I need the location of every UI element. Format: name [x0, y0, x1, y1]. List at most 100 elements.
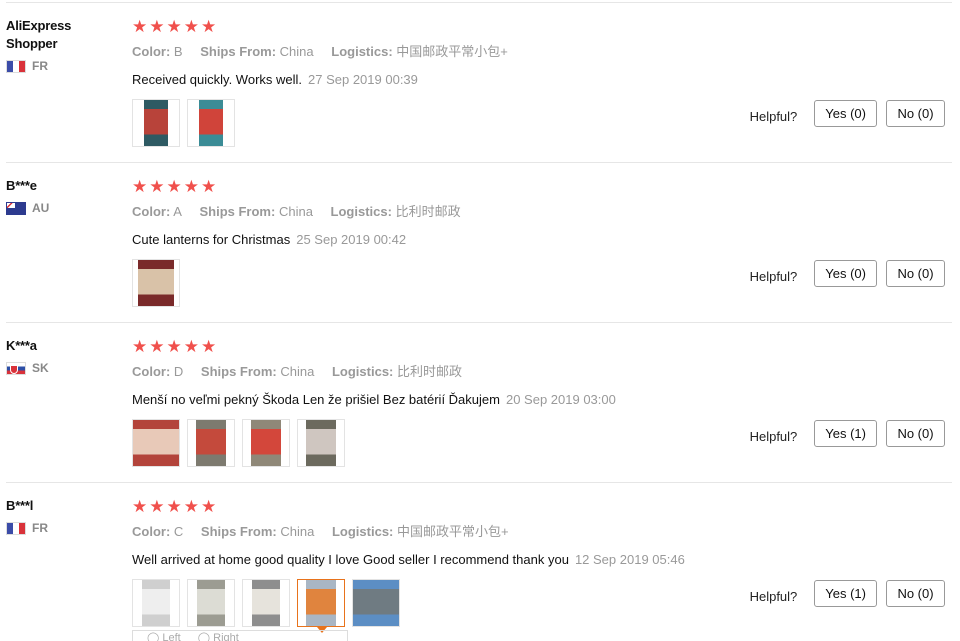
helpful-yes-button[interactable]: Yes (0): [814, 260, 877, 287]
review-text-row: Well arrived at home good quality I love…: [132, 551, 832, 569]
review-item: AliExpress Shopper FR ★★★★★ Color: B Shi…: [0, 3, 960, 163]
helpful-no-button[interactable]: No (0): [886, 420, 945, 447]
review-photo-thumbnail[interactable]: [132, 99, 180, 147]
photo-image: [252, 580, 280, 626]
helpful-no-button[interactable]: No (0): [886, 260, 945, 287]
ships-from-label: Ships From:: [199, 204, 276, 219]
review-photos: [132, 259, 832, 307]
logistics-label: Logistics:: [331, 364, 394, 379]
photo-image: [138, 260, 174, 306]
color-value: C: [173, 524, 184, 539]
review-photo-thumbnail[interactable]: [132, 259, 180, 307]
helpful-label: Helpful?: [749, 589, 798, 604]
ships-from-value: China: [279, 44, 314, 59]
review-text: Cute lanterns for Christmas: [132, 232, 291, 247]
ships-from-label: Ships From:: [200, 44, 277, 59]
helpful-voting: Helpful? Yes (0) No (0): [750, 100, 945, 127]
country-code: FR: [32, 59, 48, 73]
review-photos: [132, 579, 832, 633]
helpful-yes-button[interactable]: Yes (0): [814, 100, 877, 127]
photo-image: [306, 580, 336, 626]
ships-from-value: China: [280, 364, 315, 379]
review-text-row: Received quickly. Works well. 27 Sep 2019…: [132, 71, 832, 89]
review-date: 12 Sep 2019 05:46: [574, 552, 685, 567]
photo-image: [353, 580, 399, 626]
logistics-value: 比利时邮政: [395, 204, 461, 219]
photo-image: [142, 580, 170, 626]
review-photo-thumbnail-selected[interactable]: [297, 579, 345, 633]
helpful-voting: Helpful? Yes (1) No (0): [750, 420, 945, 447]
review-item: B***l FR ★★★★★ Color: C Ships From: Chin…: [0, 483, 960, 638]
photo-image: [196, 420, 226, 466]
review-item: K***a SK ★★★★★ Color: D Ships From: Chin…: [0, 323, 960, 483]
color-value: A: [173, 204, 182, 219]
review-photos: [132, 419, 832, 467]
australia-flag-icon: [6, 201, 26, 215]
review-date: 27 Sep 2019 00:39: [308, 72, 418, 87]
helpful-no-button[interactable]: No (0): [886, 100, 945, 127]
reviewer-country: AU: [6, 201, 106, 215]
photo-image: [251, 420, 281, 466]
ships-from-label: Ships From:: [200, 364, 277, 379]
france-flag-icon: [6, 521, 26, 535]
review-date: 20 Sep 2019 03:00: [505, 392, 616, 407]
color-label: Color:: [132, 44, 171, 59]
ships-from-value: China: [280, 524, 315, 539]
review-photo-thumbnail[interactable]: [187, 419, 235, 467]
color-label: Color:: [132, 364, 171, 379]
color-value: B: [173, 44, 183, 59]
ships-from-value: China: [278, 204, 313, 219]
star-rating: ★★★★★: [132, 337, 219, 356]
helpful-voting: Helpful? Yes (1) No (0): [750, 580, 945, 607]
helpful-voting: Helpful? Yes (0) No (0): [750, 260, 945, 287]
review-photo-thumbnail[interactable]: [297, 419, 345, 467]
review-content: ★★★★★ Color: A Ships From: China Logisti…: [132, 177, 832, 307]
logistics-value: 中国邮政平常小包+: [396, 44, 508, 59]
reviewer-name: B***e: [6, 178, 37, 193]
slovakia-flag-icon: [6, 361, 26, 375]
star-rating: ★★★★★: [132, 177, 219, 196]
reviewer-name: K***a: [6, 338, 37, 353]
helpful-yes-button[interactable]: Yes (1): [814, 420, 877, 447]
order-attributes: Color: D Ships From: China Logistics: 比利…: [132, 363, 832, 381]
rotate-left-button[interactable]: ◯ Left: [147, 632, 181, 641]
logistics-value: 比利时邮政: [397, 364, 463, 379]
star-rating: ★★★★★: [132, 497, 219, 516]
logistics-label: Logistics:: [331, 44, 393, 59]
star-rating: ★★★★★: [132, 17, 219, 36]
photo-image: [199, 100, 223, 146]
review-photo-thumbnail[interactable]: [132, 579, 180, 627]
review-photo-thumbnail[interactable]: [187, 99, 235, 147]
ships-from-label: Ships From:: [200, 524, 277, 539]
logistics-value: 中国邮政平常小包+: [397, 524, 509, 539]
review-photo-thumbnail[interactable]: [187, 579, 235, 627]
review-text: Menší no veľmi pekný Škoda Len že prišie…: [132, 392, 500, 407]
review-photo-thumbnail[interactable]: [242, 579, 290, 627]
rotate-right-button[interactable]: ◯ Right: [198, 632, 239, 641]
review-photos: [132, 99, 832, 147]
review-text-row: Menší no veľmi pekný Škoda Len že prišie…: [132, 391, 832, 409]
logistics-label: Logistics:: [331, 524, 394, 539]
color-value: D: [173, 364, 184, 379]
helpful-label: Helpful?: [749, 109, 798, 124]
review-content: ★★★★★ Color: C Ships From: China Logisti…: [132, 497, 832, 633]
reviewer-country: FR: [6, 59, 106, 73]
review-text: Received quickly. Works well.: [132, 72, 303, 87]
review-text: Well arrived at home good quality I love…: [132, 552, 569, 567]
order-attributes: Color: C Ships From: China Logistics: 中国…: [132, 523, 832, 541]
reviews-feed: AliExpress Shopper FR ★★★★★ Color: B Shi…: [0, 0, 960, 641]
reviewer-name: B***l: [6, 498, 34, 513]
photo-image: [306, 420, 336, 466]
review-photo-thumbnail[interactable]: [242, 419, 290, 467]
color-label: Color:: [132, 524, 171, 539]
review-date: 25 Sep 2019 00:42: [296, 232, 407, 247]
color-label: Color:: [132, 204, 171, 219]
helpful-yes-button[interactable]: Yes (1): [814, 580, 877, 607]
photo-image: [144, 100, 168, 146]
review-photo-thumbnail[interactable]: [352, 579, 400, 627]
helpful-no-button[interactable]: No (0): [886, 580, 945, 607]
review-text-row: Cute lanterns for Christmas 25 Sep 2019 0…: [132, 231, 832, 249]
review-photo-thumbnail[interactable]: [132, 419, 180, 467]
logistics-label: Logistics:: [330, 204, 392, 219]
review-content: ★★★★★ Color: B Ships From: China Logisti…: [132, 17, 832, 147]
